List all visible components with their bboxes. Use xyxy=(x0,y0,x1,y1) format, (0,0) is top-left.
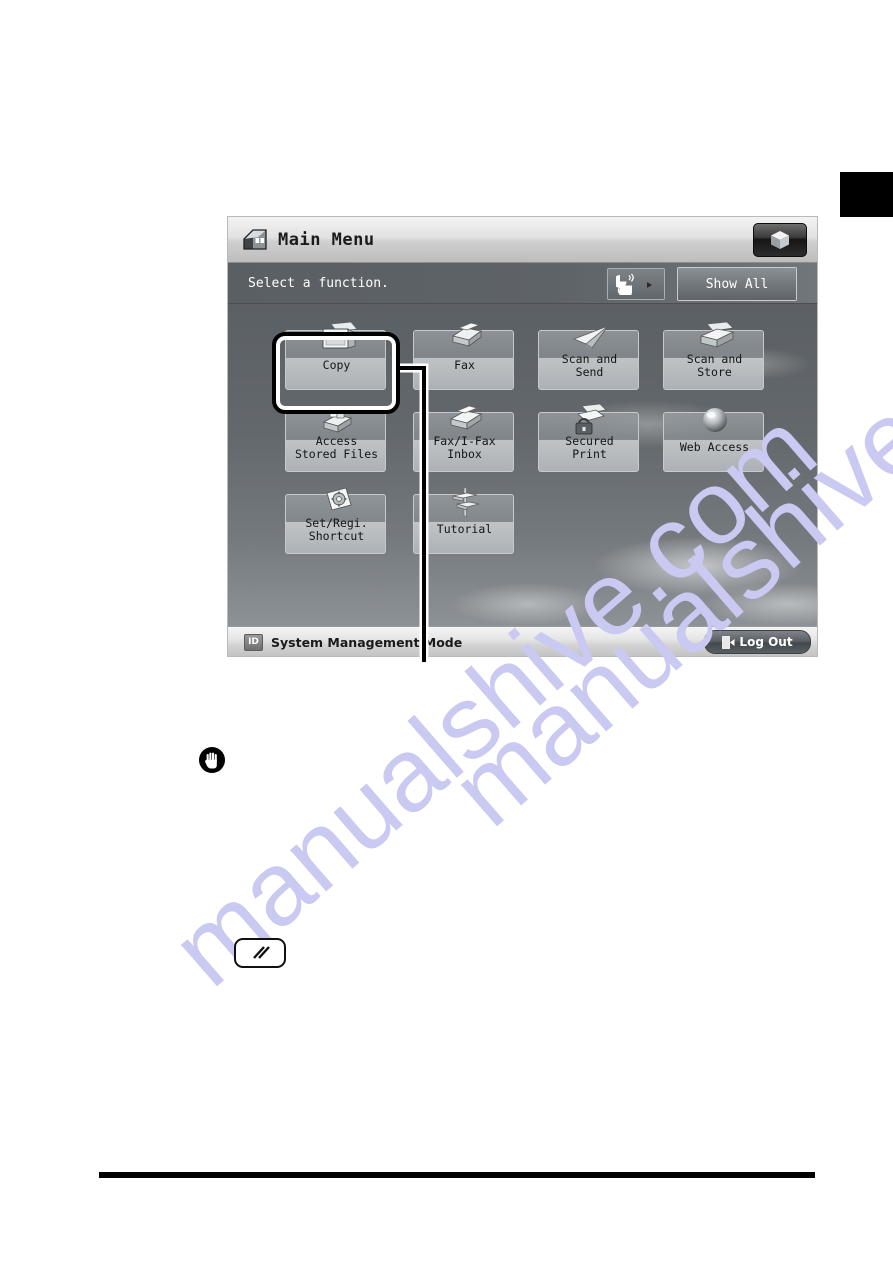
web-access-icon xyxy=(664,400,765,440)
voice-guidance-icon xyxy=(616,273,652,295)
cube-icon xyxy=(771,231,789,249)
log-out-label: Log Out xyxy=(739,635,793,649)
reset-key-icon xyxy=(234,938,286,968)
function-button-secured-print[interactable]: Secured Print xyxy=(538,403,639,472)
cube-button[interactable] xyxy=(753,223,807,257)
function-label: Fax xyxy=(454,358,475,372)
function-button-access-stored-files[interactable]: Access Stored Files xyxy=(285,406,386,472)
function-button-scan-and-store[interactable]: Scan and Store xyxy=(663,321,764,390)
logout-icon xyxy=(722,635,735,649)
function-button-fax-ifax-inbox[interactable]: Fax/I-Fax Inbox xyxy=(413,405,514,472)
function-label: Fax/I-Fax Inbox xyxy=(433,434,496,461)
panel-header: Main Menu xyxy=(228,217,817,263)
tutorial-icon xyxy=(414,482,515,522)
prompt-text: Select a function. xyxy=(248,275,389,291)
function-label: Tutorial xyxy=(436,522,493,536)
function-button-set-regi-shortcut[interactable]: Set/Regi. Shortcut xyxy=(285,487,386,554)
function-label: Access Stored Files xyxy=(294,434,379,461)
function-button-web-access[interactable]: Web Access xyxy=(663,408,764,472)
footer-divider-rule xyxy=(99,1172,815,1178)
show-all-button[interactable]: Show All xyxy=(677,267,797,301)
panel-subheader: Select a function. Show All xyxy=(228,263,817,304)
device-touch-panel: Main Menu Select a function. Show All Co… xyxy=(227,216,818,657)
id-badge-icon: ID xyxy=(244,633,263,651)
panel-footer: ID System Management Mode Log Out xyxy=(228,626,817,656)
function-button-tutorial[interactable]: Tutorial xyxy=(413,487,514,554)
fax-icon xyxy=(414,318,515,358)
function-label: Secured Print xyxy=(565,434,614,461)
show-all-label: Show All xyxy=(705,276,769,292)
function-button-fax[interactable]: Fax xyxy=(413,322,514,390)
copy-button-highlight xyxy=(272,332,400,414)
panel-title: Main Menu xyxy=(278,229,375,250)
voice-guidance-button[interactable] xyxy=(607,268,665,300)
function-button-scan-and-send[interactable]: Scan and Send xyxy=(538,325,639,390)
log-out-button[interactable]: Log Out xyxy=(704,630,811,654)
home-icon xyxy=(242,228,268,252)
function-label: Scan and Store xyxy=(686,352,743,379)
function-label: Scan and Send xyxy=(561,352,618,379)
function-label: Web Access xyxy=(679,440,750,454)
function-label: Set/Regi. Shortcut xyxy=(305,516,368,543)
status-text: System Management Mode xyxy=(271,634,463,650)
hand-important-icon xyxy=(198,746,226,774)
chapter-tab-marker xyxy=(840,172,893,217)
